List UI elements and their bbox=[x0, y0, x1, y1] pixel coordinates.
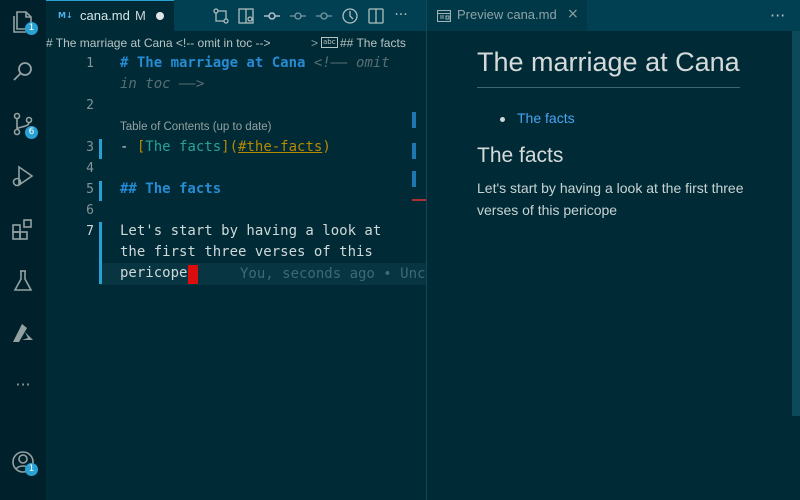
list-dash-token: - bbox=[120, 139, 137, 155]
code-line-1: # The marriage at Cana <!—— omit bbox=[120, 55, 390, 71]
line-number: 4 bbox=[86, 161, 94, 176]
line-number: 5 bbox=[86, 182, 94, 197]
heading-rule bbox=[477, 87, 740, 88]
tab-title: cana.md bbox=[80, 8, 130, 23]
paren-token: ) bbox=[322, 139, 331, 155]
search-icon[interactable] bbox=[9, 58, 37, 86]
git-commit-icon[interactable] bbox=[262, 6, 282, 26]
breadcrumb-item-h2[interactable]: ## The facts bbox=[340, 36, 406, 50]
split-editor-icon[interactable] bbox=[366, 6, 386, 26]
breadcrumb-item-h1[interactable]: # The marriage at Cana <!-- omit in toc … bbox=[46, 36, 271, 50]
heading-token: # The marriage at Cana bbox=[120, 55, 306, 71]
preview-scrollbar[interactable] bbox=[792, 31, 800, 416]
breadcrumb-separator: > bbox=[311, 36, 319, 50]
open-preview-side-icon[interactable] bbox=[236, 6, 256, 26]
editor-tab-bar: M↓ cana.md M ··· bbox=[46, 0, 426, 31]
source-control-badge: 6 bbox=[25, 126, 38, 139]
breadcrumb: # The marriage at Cana <!-- omit in toc … bbox=[46, 33, 426, 53]
preview-group: Preview cana.md × ··· The marriage at Ca… bbox=[427, 0, 800, 500]
code-line-1-wrap: in toc ——> bbox=[120, 76, 204, 92]
unsaved-dot-icon[interactable] bbox=[156, 12, 164, 20]
testing-flask-icon[interactable] bbox=[9, 267, 37, 295]
overview-ruler-mark bbox=[412, 171, 416, 187]
code-line-7: Let's start by having a look at bbox=[120, 223, 382, 239]
tab-preview-cana-md[interactable]: Preview cana.md × bbox=[427, 0, 587, 31]
code-line-5: ## The facts bbox=[120, 181, 221, 197]
bracket-token: ] bbox=[221, 139, 230, 155]
explorer-badge: 1 bbox=[25, 22, 38, 35]
comment-token: <!—— omit bbox=[305, 55, 390, 71]
git-blame-annotation: You, seconds ago • Unc bbox=[240, 266, 426, 282]
accounts-badge: 1 bbox=[25, 463, 38, 476]
link-text-token: The facts bbox=[145, 139, 222, 155]
cursor-ruler-mark bbox=[412, 199, 426, 201]
next-change-icon[interactable] bbox=[314, 6, 334, 26]
markdown-icon: M↓ bbox=[58, 11, 73, 20]
gutter-change-marker bbox=[99, 222, 102, 284]
line-number: 1 bbox=[86, 56, 94, 71]
line-number: 7 bbox=[86, 224, 94, 239]
more-editor-actions-icon[interactable]: ··· bbox=[391, 6, 411, 26]
code-line-7-wrap: pericope bbox=[120, 265, 188, 281]
symbol-string-icon: abc bbox=[321, 37, 338, 48]
preview-tab-title: Preview cana.md bbox=[457, 7, 557, 22]
list-bullet bbox=[500, 117, 505, 122]
paren-token: ( bbox=[229, 139, 239, 155]
line-number: 3 bbox=[86, 140, 94, 155]
modified-indicator: M bbox=[135, 8, 146, 23]
gutter-change-marker bbox=[99, 139, 102, 159]
line-number: 6 bbox=[86, 203, 94, 218]
tab-cana-md[interactable]: M↓ cana.md M bbox=[46, 0, 174, 31]
azure-icon[interactable] bbox=[9, 319, 37, 347]
link-url-token[interactable]: #the-facts bbox=[238, 139, 322, 155]
toc-codelens[interactable]: Table of Contents (up to date) bbox=[120, 121, 272, 133]
comment-token: in toc ——> bbox=[120, 76, 205, 92]
line-number: 2 bbox=[86, 98, 94, 113]
overview-ruler-mark bbox=[412, 143, 416, 159]
heading-token: ## The facts bbox=[120, 181, 222, 197]
activity-bar: 1 6 ··· 1 bbox=[0, 0, 46, 500]
text-cursor bbox=[188, 265, 198, 284]
preview-paragraph: Let's start by having a look at the firs… bbox=[477, 180, 744, 218]
previous-change-icon[interactable] bbox=[288, 6, 308, 26]
preview-icon bbox=[436, 9, 452, 23]
close-icon[interactable]: × bbox=[567, 6, 579, 22]
open-changes-icon[interactable] bbox=[211, 6, 231, 26]
overview-ruler-mark bbox=[412, 112, 416, 128]
more-actions-icon[interactable]: ··· bbox=[9, 371, 37, 399]
code-line-3: - [The facts](#the-facts) bbox=[120, 139, 331, 155]
timeline-icon[interactable] bbox=[340, 6, 360, 26]
preview-tab-bar: Preview cana.md × ··· bbox=[427, 0, 800, 31]
preview-heading-2: The facts bbox=[477, 144, 564, 167]
extensions-icon[interactable] bbox=[9, 215, 37, 243]
code-line-7-wrap: the first three verses of this bbox=[120, 244, 373, 260]
toc-link[interactable]: The facts bbox=[517, 110, 575, 126]
preview-heading-1: The marriage at Cana bbox=[477, 47, 740, 77]
run-debug-icon[interactable] bbox=[9, 162, 37, 190]
editor-group: M↓ cana.md M ··· # The marriage at Cana … bbox=[46, 0, 426, 500]
gutter-change-marker bbox=[99, 181, 102, 201]
more-preview-actions-icon[interactable]: ··· bbox=[770, 6, 785, 25]
